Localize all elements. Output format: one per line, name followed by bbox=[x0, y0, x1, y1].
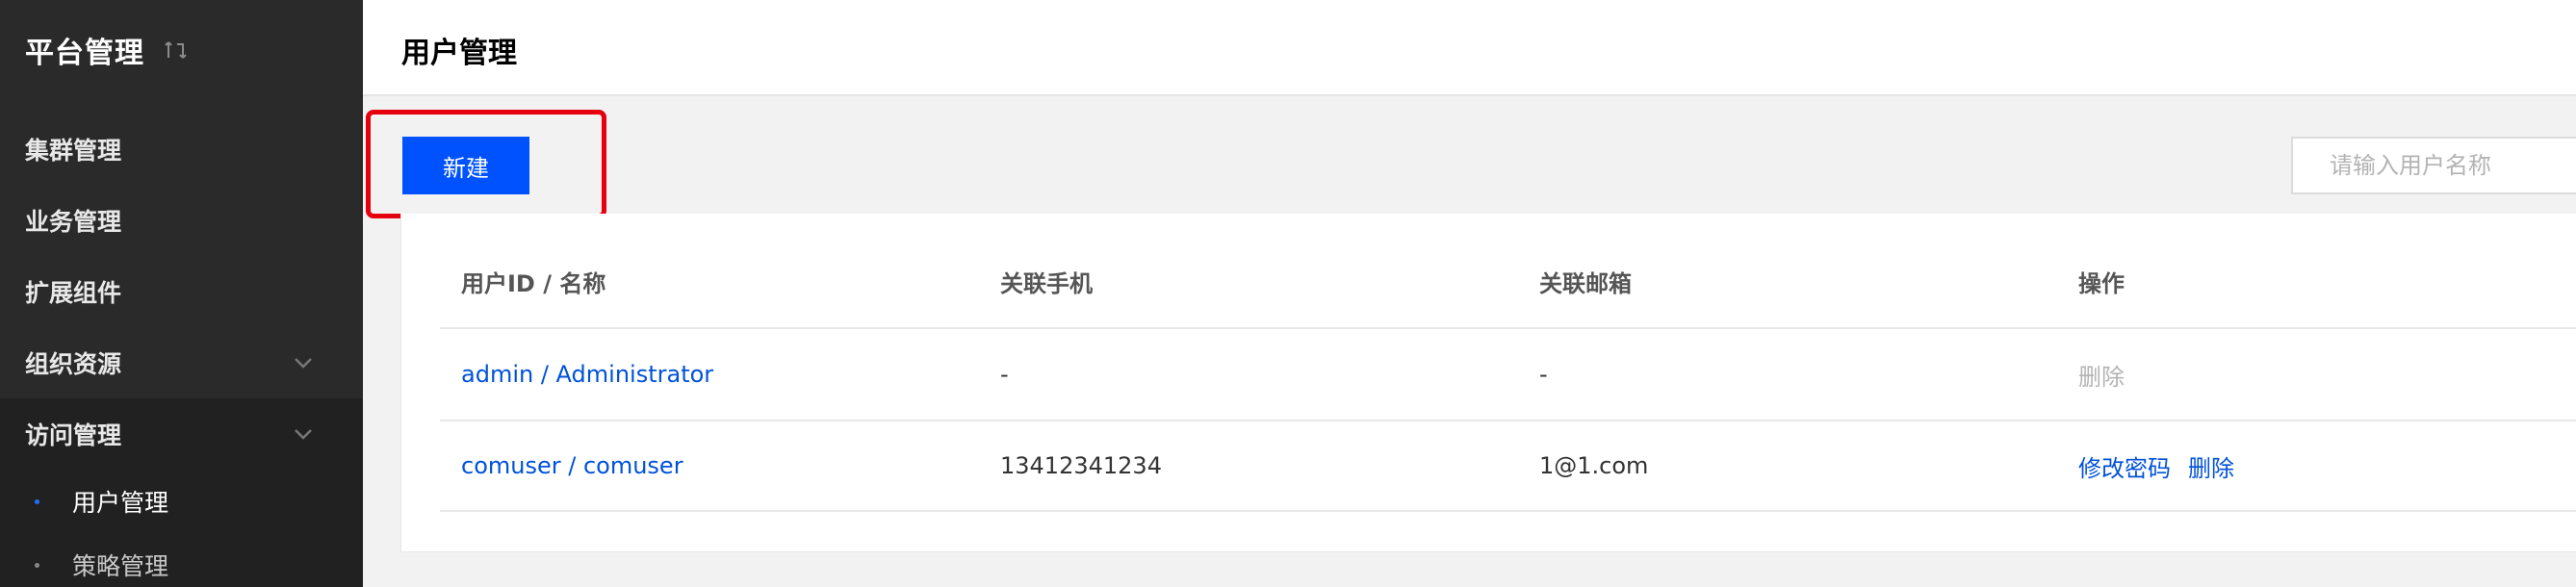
sidebar-item-cluster[interactable]: 集群管理 bbox=[0, 114, 363, 185]
email-cell: - bbox=[1539, 361, 1548, 388]
actions-cell: 修改密码 删除 bbox=[2078, 449, 2234, 483]
sidebar-item-label: 业务管理 bbox=[25, 203, 121, 238]
header: 用户管理 bbox=[363, 0, 2576, 96]
column-header-phone: 关联手机 bbox=[1000, 265, 1093, 298]
table-row: admin / Administrator - - 删除 bbox=[440, 327, 2576, 420]
sidebar-nav: 集群管理 业务管理 扩展组件 组织资源 访问管理 用户管理 策略管理 bbox=[0, 114, 363, 587]
user-link[interactable]: admin / Administrator bbox=[461, 361, 713, 388]
actions-cell: 删除 bbox=[2078, 358, 2125, 392]
sidebar-item-label: 组织资源 bbox=[25, 345, 121, 380]
delete-button[interactable]: 删除 bbox=[2188, 449, 2234, 483]
sidebar-submenu-access: 用户管理 策略管理 bbox=[0, 470, 363, 587]
switch-icon[interactable] bbox=[164, 38, 187, 62]
column-header-email: 关联邮箱 bbox=[1539, 265, 1632, 298]
table-row: comuser / comuser 13412341234 1@1.com 修改… bbox=[440, 420, 2576, 512]
active-dot-icon bbox=[35, 499, 39, 504]
sidebar-item-org-resources[interactable]: 组织资源 bbox=[0, 327, 363, 398]
sidebar-subitem-label: 策略管理 bbox=[72, 548, 168, 582]
sidebar: 平台管理 集群管理 业务管理 扩展组件 组织资源 访问管理 用户管理 bbox=[0, 0, 363, 587]
sidebar-subitem-user-management[interactable]: 用户管理 bbox=[0, 470, 363, 533]
sidebar-item-business[interactable]: 业务管理 bbox=[0, 185, 363, 256]
sidebar-item-extensions[interactable]: 扩展组件 bbox=[0, 256, 363, 327]
sidebar-subitem-label: 用户管理 bbox=[72, 484, 168, 519]
sidebar-item-label: 集群管理 bbox=[25, 132, 121, 166]
delete-button: 删除 bbox=[2078, 358, 2125, 392]
user-table: 用户ID / 名称 关联手机 关联邮箱 操作 admin / Administr… bbox=[400, 214, 2576, 552]
brand-title: 平台管理 bbox=[25, 29, 144, 71]
phone-cell: 13412341234 bbox=[1000, 452, 1162, 479]
column-header-name: 用户ID / 名称 bbox=[461, 265, 605, 298]
user-link[interactable]: comuser / comuser bbox=[461, 452, 683, 479]
sidebar-item-access[interactable]: 访问管理 bbox=[0, 398, 363, 470]
email-cell: 1@1.com bbox=[1539, 452, 1648, 479]
chevron-down-icon bbox=[294, 428, 313, 440]
sidebar-item-label: 扩展组件 bbox=[25, 274, 121, 309]
phone-cell: - bbox=[1000, 361, 1009, 388]
sidebar-item-label: 访问管理 bbox=[25, 417, 121, 451]
table-header-row: 用户ID / 名称 关联手机 关联邮箱 操作 bbox=[440, 244, 2576, 318]
change-password-button[interactable]: 修改密码 bbox=[2078, 449, 2171, 483]
search-input[interactable] bbox=[2291, 137, 2576, 194]
column-header-actions: 操作 bbox=[2078, 265, 2125, 298]
dot-icon bbox=[35, 563, 39, 568]
page-title: 用户管理 bbox=[401, 29, 517, 71]
chevron-down-icon bbox=[294, 357, 313, 369]
highlight-box bbox=[366, 110, 606, 218]
brand: 平台管理 bbox=[25, 29, 187, 71]
sidebar-subitem-policy-management[interactable]: 策略管理 bbox=[0, 533, 363, 587]
